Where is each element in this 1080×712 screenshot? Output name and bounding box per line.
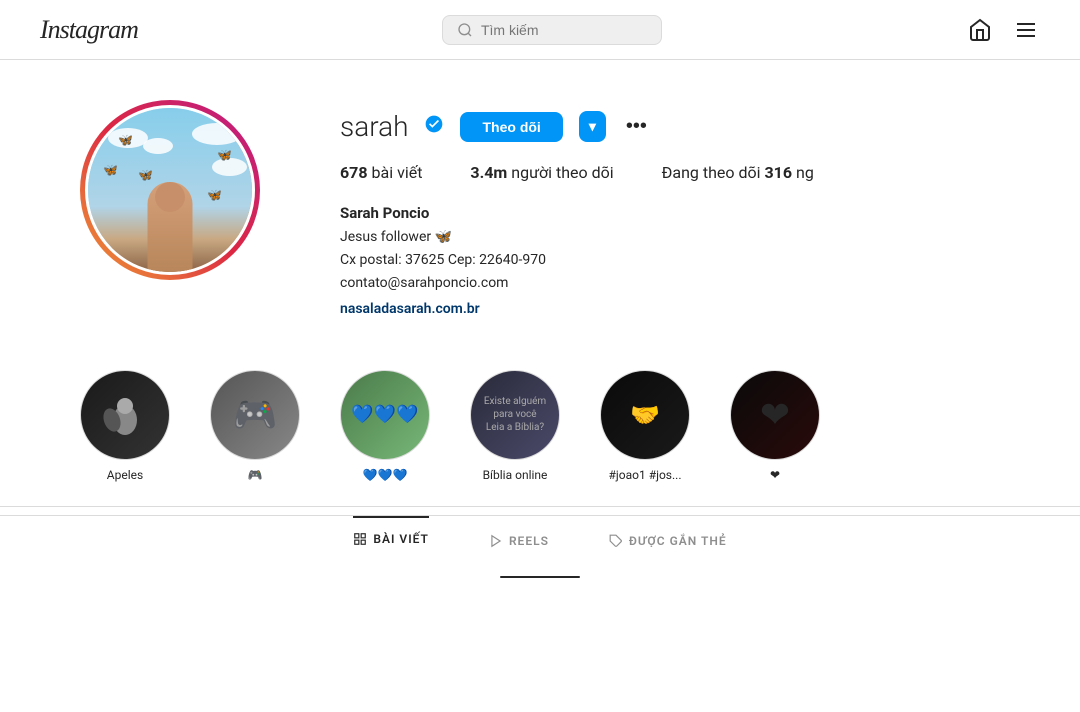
profile-info: sarah Theo dõi ▾ ••• 678 bài viết 3.4m n… (340, 100, 1020, 320)
followers-stat[interactable]: 3.4m người theo dõi (470, 163, 613, 182)
tag-icon (609, 534, 623, 548)
highlight-item[interactable]: ❤ ❤ (730, 370, 820, 482)
profile-header-row: sarah Theo dõi ▾ ••• (340, 110, 1020, 143)
active-tab-indicator (500, 576, 580, 578)
tab-reels[interactable]: REELS (489, 530, 549, 552)
tab-reels-label: REELS (509, 534, 549, 548)
highlights-section: Apeles 🎮 🎮 💙💙💙 💙💙💙 Existe alguém para vo… (0, 350, 1080, 507)
tab-posts[interactable]: BÀI VIẾT (353, 516, 429, 552)
bio-link[interactable]: nasaladasarah.com.br (340, 301, 480, 317)
profile-section: 🦋 🦋 🦋 🦋 🦋 sarah Theo dõi (0, 60, 1080, 350)
highlight-item[interactable]: Existe alguém para vocêLeia a Bíblia? Bí… (470, 370, 560, 482)
highlight-label: Bíblia online (483, 468, 548, 482)
instagram-logo[interactable]: Instagram (40, 14, 138, 46)
bio-line1: Jesus follower 🦋 (340, 227, 1020, 248)
search-input[interactable] (481, 22, 647, 38)
highlight-item[interactable]: Apeles (80, 370, 170, 482)
highlight-circle: ❤ (730, 370, 820, 460)
stats-row: 678 bài viết 3.4m người theo dõi Đang th… (340, 163, 1020, 182)
highlight-item[interactable]: 🤝 #joao1 #jos... (600, 370, 690, 482)
tab-posts-label: BÀI VIẾT (373, 532, 429, 546)
highlight-circle: 💙💙💙 (340, 370, 430, 460)
highlight-item[interactable]: 💙💙💙 💙💙💙 (340, 370, 430, 482)
follow-button[interactable]: Theo dõi (460, 112, 562, 142)
search-bar[interactable] (442, 15, 662, 45)
verified-badge (424, 114, 444, 139)
highlight-label: 💙💙💙 (363, 468, 408, 482)
tab-tagged[interactable]: ĐƯỢC GẮN THẺ (609, 530, 727, 552)
highlight-circle: 🎮 (210, 370, 300, 460)
following-stat[interactable]: Đang theo dõi 316 ng (662, 163, 814, 182)
highlight-circle (80, 370, 170, 460)
header-icons (966, 16, 1040, 44)
avatar[interactable]: 🦋 🦋 🦋 🦋 🦋 (80, 100, 260, 280)
username: sarah (340, 110, 408, 143)
menu-icon[interactable] (1012, 16, 1040, 44)
header: Instagram (0, 0, 1080, 60)
follow-dropdown-button[interactable]: ▾ (579, 111, 606, 142)
bio-line2: Cx postal: 37625 Cep: 22640-970 (340, 250, 1020, 271)
tab-tagged-label: ĐƯỢC GẮN THẺ (629, 534, 727, 548)
avatar-image: 🦋 🦋 🦋 🦋 🦋 (85, 105, 255, 275)
bottom-tab-line (0, 566, 1080, 578)
posts-stat: 678 bài viết (340, 163, 422, 182)
more-options-button[interactable]: ••• (622, 115, 651, 138)
highlight-label: Apeles (107, 468, 143, 482)
highlight-item[interactable]: 🎮 🎮 (210, 370, 300, 482)
bio-line3: contato@sarahponcio.com (340, 273, 1020, 294)
video-icon (489, 534, 503, 548)
home-icon[interactable] (966, 16, 994, 44)
highlight-label: 🎮 (248, 468, 263, 482)
bio-name: Sarah Poncio (340, 202, 1020, 225)
tabs-row: BÀI VIẾT REELS ĐƯỢC GẮN THẺ (0, 515, 1080, 566)
highlight-circle: 🤝 (600, 370, 690, 460)
bio: Sarah Poncio Jesus follower 🦋 Cx postal:… (340, 202, 1020, 320)
highlight-label: ❤ (770, 468, 780, 482)
highlight-label: #joao1 #jos... (609, 468, 682, 482)
highlight-circle: Existe alguém para vocêLeia a Bíblia? (470, 370, 560, 460)
search-icon (457, 22, 473, 38)
grid-icon (353, 532, 367, 546)
avatar-ring: 🦋 🦋 🦋 🦋 🦋 (80, 100, 260, 280)
